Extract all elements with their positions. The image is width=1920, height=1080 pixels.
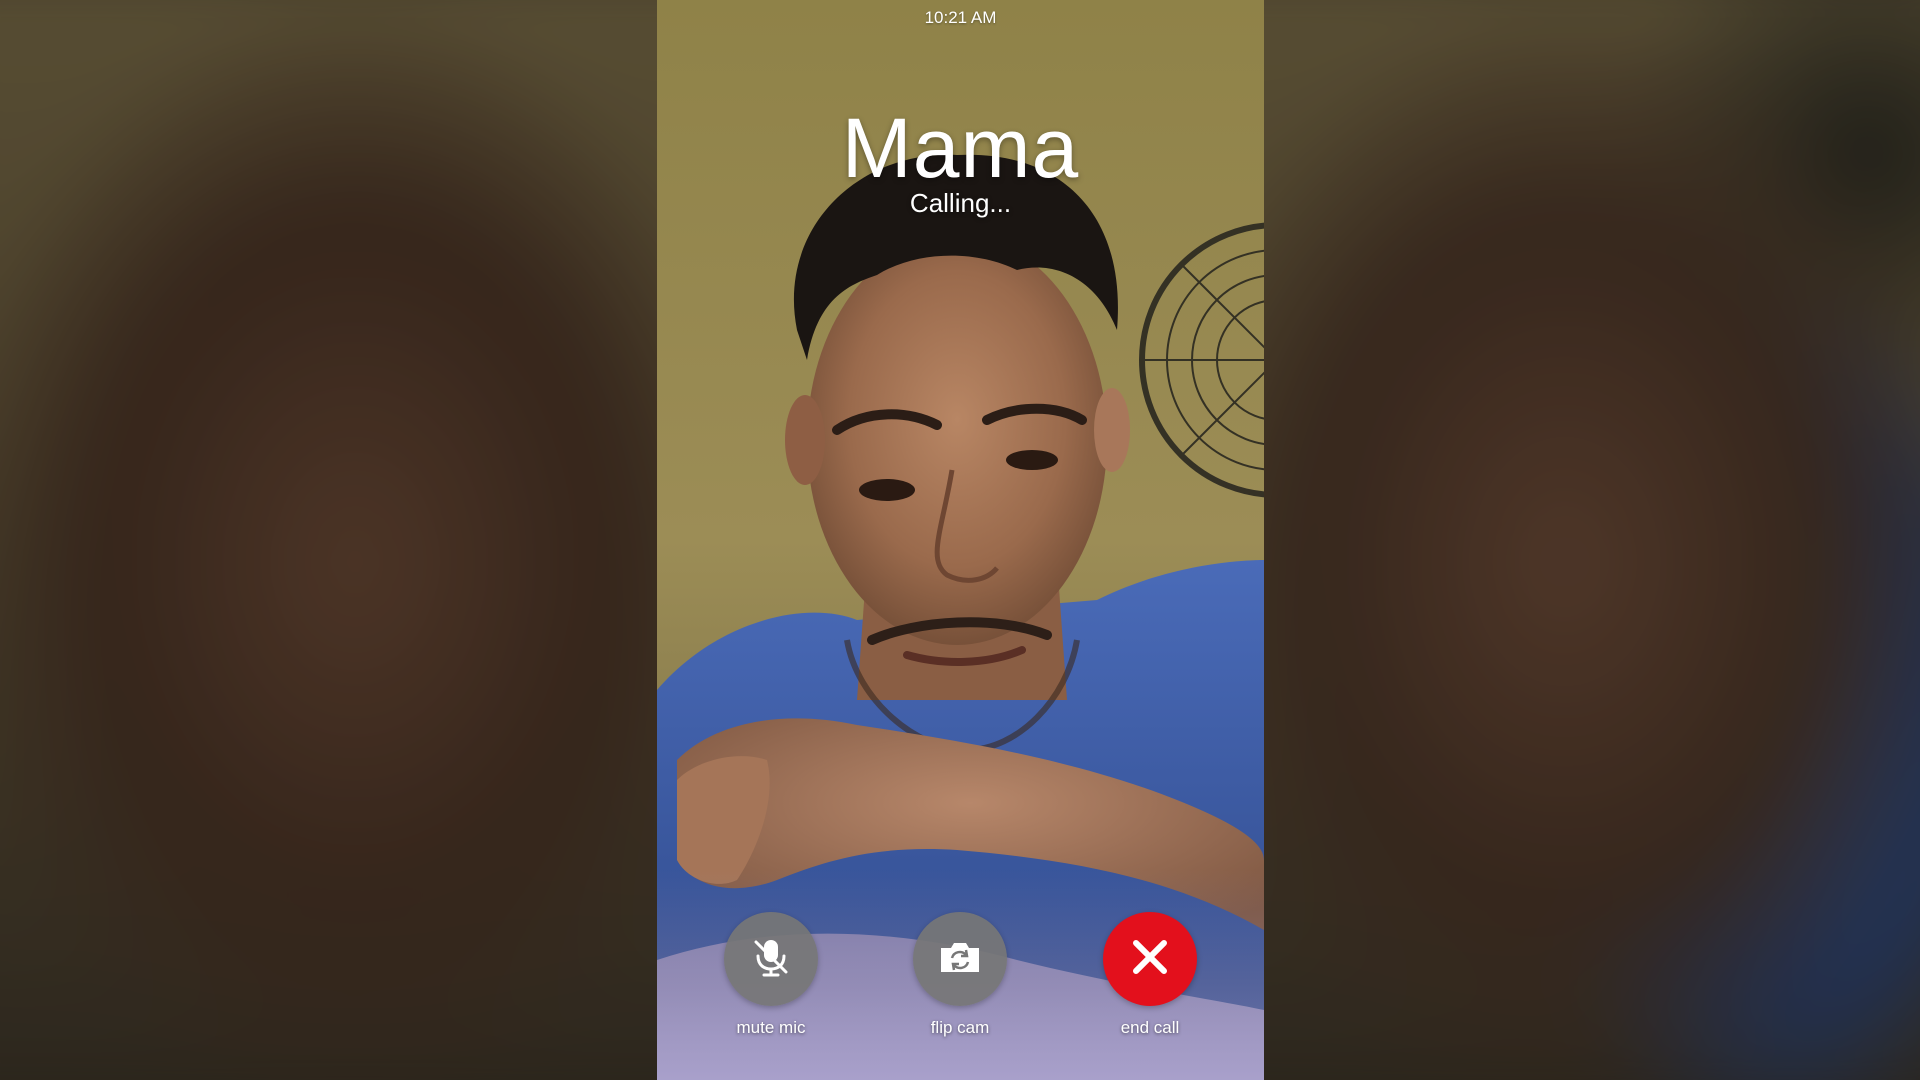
call-status-text: Calling... <box>909 188 1012 218</box>
close-icon <box>1128 935 1172 984</box>
contact-name: Mama <box>841 101 1080 195</box>
mic-off-icon <box>749 935 793 984</box>
flip-cam-circle[interactable] <box>913 912 1007 1006</box>
mute-mic-circle[interactable] <box>724 912 818 1006</box>
end-call-label: end call <box>1120 1018 1180 1037</box>
end-call-button[interactable]: end call <box>1090 912 1210 1038</box>
mute-mic-button[interactable]: mute mic <box>711 912 831 1038</box>
flip-cam-label: flip cam <box>930 1018 990 1037</box>
mute-mic-label: mute mic <box>736 1018 806 1037</box>
camera-flip-icon <box>937 937 983 982</box>
flip-cam-button[interactable]: flip cam <box>900 912 1020 1038</box>
end-call-circle[interactable] <box>1103 912 1197 1006</box>
video-call-screen: 10:21 AM Mama Calling... mute mic flip c… <box>0 0 1920 1080</box>
status-bar-time: 10:21 AM <box>924 8 997 27</box>
